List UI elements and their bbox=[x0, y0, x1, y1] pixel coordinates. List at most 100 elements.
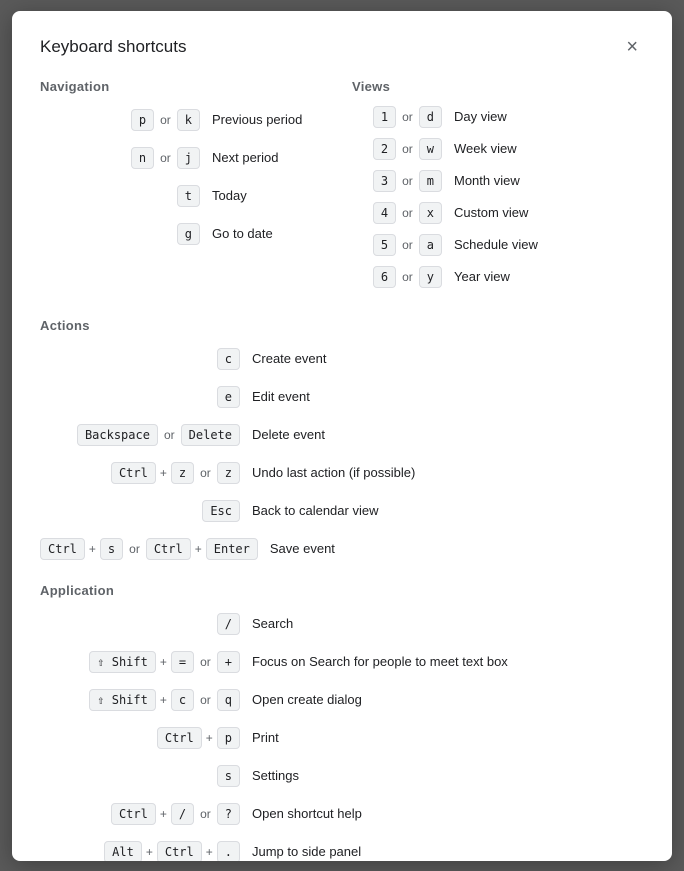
key-2: 2 bbox=[373, 138, 396, 160]
shortcut-keys: Backspace or Delete bbox=[40, 424, 240, 446]
key-a: a bbox=[419, 234, 442, 256]
key-z2: z bbox=[217, 462, 240, 484]
shortcut-row: 6 or y Year view bbox=[352, 266, 644, 288]
key-6: 6 bbox=[373, 266, 396, 288]
shortcut-row: 1 or d Day view bbox=[352, 106, 644, 128]
shortcut-desc: Back to calendar view bbox=[252, 503, 378, 518]
key-g: g bbox=[177, 223, 200, 245]
shortcut-desc: Previous period bbox=[212, 112, 302, 127]
key-esc: Esc bbox=[202, 500, 240, 522]
key-t: t bbox=[177, 185, 200, 207]
key-alt: Alt bbox=[104, 841, 142, 861]
shortcut-keys: / bbox=[40, 613, 240, 635]
shortcut-row: n or j Next period bbox=[40, 144, 332, 172]
or-label: or bbox=[200, 693, 211, 707]
shortcut-keys: Ctrl + z or z bbox=[40, 462, 240, 484]
actions-title: Actions bbox=[40, 318, 644, 333]
shortcut-desc: Week view bbox=[454, 141, 517, 156]
plus-label: + bbox=[195, 542, 202, 556]
plus-label: + bbox=[89, 542, 96, 556]
key-ctrl: Ctrl bbox=[157, 841, 202, 861]
shortcut-keys: p or k bbox=[40, 109, 200, 131]
plus-label: + bbox=[160, 466, 167, 480]
key-w: w bbox=[419, 138, 442, 160]
key-p: p bbox=[131, 109, 154, 131]
views-title: Views bbox=[352, 79, 644, 94]
shortcut-desc: Open create dialog bbox=[252, 692, 362, 707]
key-slash: / bbox=[171, 803, 194, 825]
shortcut-keys: Ctrl + / or ? bbox=[40, 803, 240, 825]
or-label: or bbox=[129, 542, 140, 556]
key-q: q bbox=[217, 689, 240, 711]
or-label: or bbox=[402, 142, 413, 156]
key-1: 1 bbox=[373, 106, 396, 128]
shortcut-row: s Settings bbox=[40, 762, 644, 790]
shortcut-desc: Go to date bbox=[212, 226, 273, 241]
shortcut-row: Esc Back to calendar view bbox=[40, 497, 644, 525]
shortcut-desc: Settings bbox=[252, 768, 299, 783]
shortcut-keys: Ctrl + s or Ctrl + Enter bbox=[40, 538, 258, 560]
key-ctrl2: Ctrl bbox=[146, 538, 191, 560]
or-label: or bbox=[402, 174, 413, 188]
key-p: p bbox=[217, 727, 240, 749]
shortcut-keys: e bbox=[40, 386, 240, 408]
key-equals: = bbox=[171, 651, 194, 673]
top-sections: Navigation p or k Previous period n or j… bbox=[40, 79, 644, 298]
plus-label: + bbox=[160, 807, 167, 821]
navigation-title: Navigation bbox=[40, 79, 332, 94]
shortcut-keys: Ctrl + p bbox=[40, 727, 240, 749]
shortcut-keys: ⇧ Shift + = or + bbox=[40, 651, 240, 673]
shortcut-keys: 2 or w bbox=[352, 138, 442, 160]
key-5: 5 bbox=[373, 234, 396, 256]
key-plus: + bbox=[217, 651, 240, 673]
application-title: Application bbox=[40, 583, 644, 598]
key-period: . bbox=[217, 841, 240, 861]
shortcut-row: Alt + Ctrl + . Jump to side panel bbox=[40, 838, 644, 861]
shortcut-keys: 6 or y bbox=[352, 266, 442, 288]
or-label: or bbox=[402, 238, 413, 252]
key-s: s bbox=[217, 765, 240, 787]
plus-label: + bbox=[160, 655, 167, 669]
key-ctrl: Ctrl bbox=[40, 538, 85, 560]
plus-label: + bbox=[206, 845, 213, 859]
or-label: or bbox=[402, 270, 413, 284]
actions-section: Actions c Create event e Edit event Back… bbox=[40, 318, 644, 563]
shortcut-desc: Search bbox=[252, 616, 293, 631]
shortcut-desc: Today bbox=[212, 188, 247, 203]
key-y: y bbox=[419, 266, 442, 288]
shortcut-desc: Delete event bbox=[252, 427, 325, 442]
key-s: s bbox=[100, 538, 123, 560]
key-shift: ⇧ Shift bbox=[89, 689, 156, 711]
shortcut-desc: Focus on Search for people to meet text … bbox=[252, 654, 508, 669]
key-x: x bbox=[419, 202, 442, 224]
keyboard-shortcuts-modal: Keyboard shortcuts × Navigation p or k P… bbox=[12, 11, 672, 861]
plus-label: + bbox=[160, 693, 167, 707]
navigation-section: Navigation p or k Previous period n or j… bbox=[40, 79, 342, 298]
shortcut-desc: Undo last action (if possible) bbox=[252, 465, 415, 480]
key-3: 3 bbox=[373, 170, 396, 192]
shortcut-desc: Month view bbox=[454, 173, 520, 188]
modal-title: Keyboard shortcuts bbox=[40, 37, 186, 57]
shortcut-row: 4 or x Custom view bbox=[352, 202, 644, 224]
or-label: or bbox=[402, 110, 413, 124]
key-d: d bbox=[419, 106, 442, 128]
shortcut-desc: Day view bbox=[454, 109, 507, 124]
or-label: or bbox=[164, 428, 175, 442]
close-button[interactable]: × bbox=[620, 35, 644, 59]
shortcut-desc: Print bbox=[252, 730, 279, 745]
or-label: or bbox=[160, 151, 171, 165]
or-label: or bbox=[402, 206, 413, 220]
shortcut-desc: Next period bbox=[212, 150, 278, 165]
shortcut-row: p or k Previous period bbox=[40, 106, 332, 134]
key-j: j bbox=[177, 147, 200, 169]
shortcut-row: 3 or m Month view bbox=[352, 170, 644, 192]
shortcut-keys: n or j bbox=[40, 147, 200, 169]
shortcut-desc: Year view bbox=[454, 269, 510, 284]
shortcut-keys: 5 or a bbox=[352, 234, 442, 256]
shortcut-desc: Schedule view bbox=[454, 237, 538, 252]
key-delete: Delete bbox=[181, 424, 240, 446]
shortcut-row: Ctrl + z or z Undo last action (if possi… bbox=[40, 459, 644, 487]
key-enter: Enter bbox=[206, 538, 258, 560]
shortcut-row: / Search bbox=[40, 610, 644, 638]
key-c: c bbox=[217, 348, 240, 370]
